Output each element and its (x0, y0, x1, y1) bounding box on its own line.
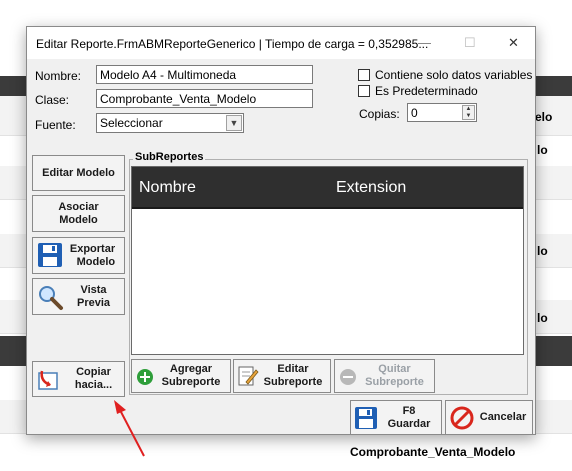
minimize-button[interactable]: — (418, 35, 431, 50)
copiar-hacia-button[interactable]: Copiar hacia... (32, 361, 125, 397)
solo-datos-label: Contiene solo datos variables (375, 68, 533, 82)
fuente-selected-value: Seleccionar (100, 116, 163, 130)
close-button[interactable]: ✕ (508, 35, 519, 51)
exportar-label-2: Modelo (76, 255, 116, 268)
editar-modelo-button[interactable]: Editar Modelo (32, 155, 125, 191)
editar-reporte-dialog: Editar Reporte.FrmABMReporteGenerico | T… (26, 26, 536, 435)
quitar-label-1: Quitar (378, 363, 411, 375)
editar-label-1: Editar (277, 363, 309, 375)
magnifier-icon (36, 283, 64, 314)
guardar-shortcut: F8 (402, 404, 416, 417)
subreportes-table[interactable]: Nombre Extension (131, 166, 524, 355)
quitar-subreporte-button[interactable]: Quitar Subreporte (334, 359, 435, 393)
background-cell: elo (535, 110, 553, 124)
asociar-label-1: Asociar (58, 200, 99, 213)
column-header-extension[interactable]: Extension (336, 179, 406, 197)
checkbox-box[interactable] (358, 85, 370, 97)
nombre-input[interactable]: Modelo A4 - Multimoneda (96, 65, 313, 84)
copiar-label-2: hacia... (74, 379, 113, 391)
guardar-button[interactable]: F8 Guardar (350, 400, 442, 435)
copiar-label-1: Copiar (76, 366, 111, 378)
background-cell: lo (537, 311, 548, 325)
edit-document-icon (237, 364, 259, 391)
editar-subreporte-button[interactable]: Editar Subreporte (233, 359, 331, 393)
exportar-label-1: Exportar (69, 242, 116, 255)
fuente-label: Fuente: (35, 118, 76, 132)
asociar-modelo-button[interactable]: Asociar Modelo (32, 195, 125, 232)
maximize-button[interactable]: ☐ (464, 35, 476, 51)
copias-label: Copias: (359, 107, 400, 121)
nombre-label: Nombre: (35, 69, 82, 83)
save-disk-icon (354, 405, 378, 434)
vista-label-2: Previa (76, 296, 111, 309)
copias-value: 0 (411, 106, 418, 120)
agregar-label-1: Agregar (169, 363, 213, 375)
copias-stepper[interactable]: 0 ▲ ▼ (407, 103, 477, 122)
add-circle-icon (135, 367, 155, 390)
cancel-icon (449, 405, 475, 434)
quitar-label-2: Subreporte (365, 376, 424, 388)
editar-label-2: Subreporte (263, 376, 323, 388)
title-bar: Editar Reporte.FrmABMReporteGenerico | T… (27, 27, 535, 59)
vista-previa-button[interactable]: Vista Previa (32, 278, 125, 315)
save-disk-icon (36, 241, 64, 272)
column-header-nombre[interactable]: Nombre (139, 179, 196, 197)
exportar-modelo-button[interactable]: Exportar Modelo (32, 237, 125, 274)
annotation-arrow-icon (114, 400, 145, 457)
clase-label: Clase: (35, 93, 70, 107)
copy-arrow-icon (36, 367, 64, 396)
vista-label-1: Vista (80, 283, 107, 296)
stepper-arrows-icon[interactable]: ▲ ▼ (462, 105, 475, 120)
editar-modelo-label: Editar Modelo (42, 166, 115, 179)
chevron-down-icon[interactable]: ▼ (226, 115, 242, 131)
guardar-label: Guardar (387, 417, 431, 430)
agregar-subreporte-button[interactable]: Agregar Subreporte (131, 359, 231, 393)
remove-circle-icon (338, 367, 358, 390)
cancelar-button[interactable]: Cancelar (445, 400, 533, 435)
background-cell: lo (537, 244, 548, 258)
background-cell: lo (537, 143, 548, 157)
predeterminado-checkbox[interactable]: Es Predeterminado (358, 84, 478, 98)
fuente-select[interactable]: Seleccionar ▼ (96, 113, 244, 133)
asociar-label-2: Modelo (59, 213, 98, 226)
clase-input[interactable]: Comprobante_Venta_Modelo (96, 89, 313, 108)
background-footer-value: Comprobante_Venta_Modelo (350, 445, 516, 459)
checkbox-box[interactable] (358, 69, 370, 81)
dialog-title: Editar Reporte.FrmABMReporteGenerico | T… (36, 37, 429, 51)
subreportes-group-title: SubReportes (133, 151, 206, 163)
agregar-label-2: Subreporte (161, 376, 221, 388)
predeterminado-label: Es Predeterminado (375, 84, 478, 98)
solo-datos-checkbox[interactable]: Contiene solo datos variables (358, 68, 532, 82)
table-header: Nombre Extension (132, 167, 523, 209)
